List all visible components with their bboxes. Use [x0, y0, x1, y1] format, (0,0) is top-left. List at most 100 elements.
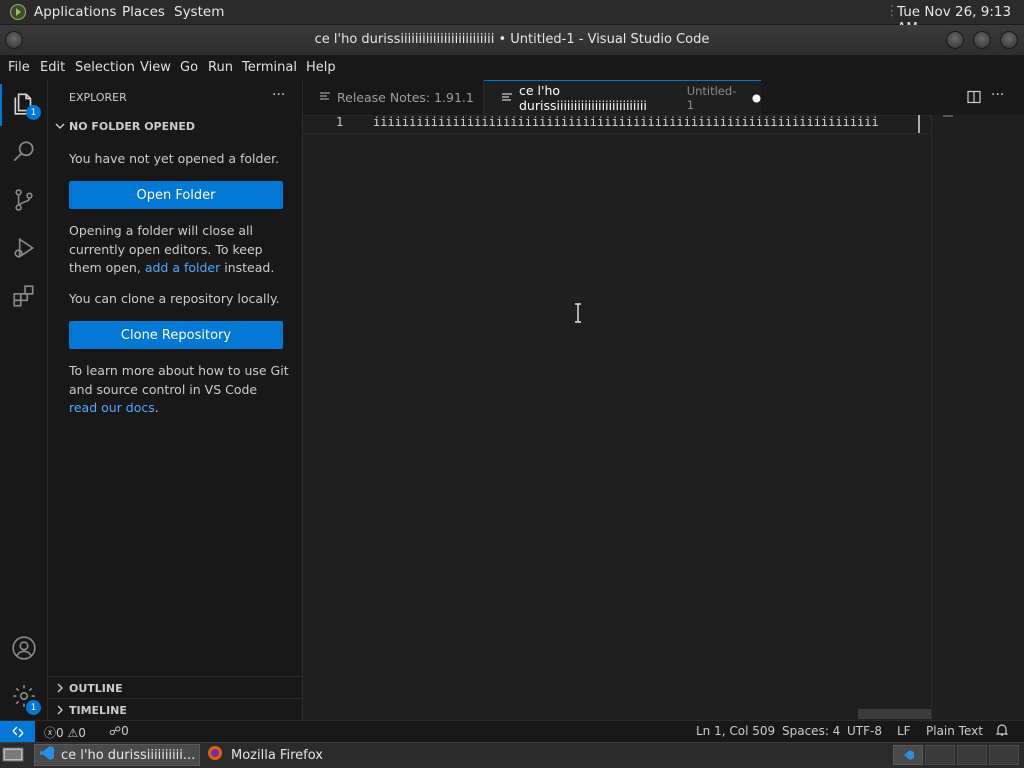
menu-go[interactable]: Go [180, 60, 198, 75]
show-desktop-icon[interactable] [2, 747, 24, 768]
menu-file[interactable]: File [8, 60, 30, 75]
menu-bar: File Edit Selection View Go Run Terminal… [0, 55, 1024, 80]
status-bar: ⓧ0 ⚠0 ☍0 Ln 1, Col 509 Spaces: 4 UTF-8 L… [0, 720, 1024, 742]
outline-section-header[interactable]: OUTLINE [48, 676, 302, 699]
tab-release-notes[interactable]: Release Notes: 1.91.1 [303, 80, 484, 115]
applications-menu[interactable]: Applications [34, 4, 116, 20]
no-folder-section-title: NO FOLDER OPENED [69, 120, 195, 133]
horizontal-scrollbar-thumb[interactable] [858, 709, 931, 719]
language-mode[interactable]: Plain Text [926, 724, 983, 738]
problems-indicator[interactable]: ⓧ0 ⚠0 [44, 724, 86, 741]
indentation[interactable]: Spaces: 4 [782, 724, 840, 738]
taskbar-vscode-window[interactable]: ce l'ho durissiiiiiiiiii... [34, 744, 200, 766]
window-title: ce l'ho durissiiiiiiiiiiiiiiiiiiiiiiiiii… [314, 32, 710, 47]
workspace-4[interactable] [989, 745, 1019, 765]
system-menu[interactable]: System [174, 4, 224, 20]
git-docs-period: . [154, 400, 159, 415]
minimize-button[interactable] [946, 31, 964, 49]
clone-message: You can clone a repository locally. [69, 291, 280, 306]
menu-edit[interactable]: Edit [40, 60, 65, 75]
chevron-right-icon [55, 682, 65, 697]
explorer-badge: 1 [26, 105, 41, 120]
outline-label: OUTLINE [69, 682, 123, 695]
taskbar-firefox-label: Mozilla Firefox [231, 747, 323, 763]
explorer-title: EXPLORER [69, 91, 127, 104]
editor-area[interactable]: 1 iiiiiiiiiiiiiiiiiiiiiiiiiiiiiiiiiiiiii… [303, 115, 1024, 720]
add-folder-link[interactable]: add a folder [145, 260, 220, 275]
tab-label: Release Notes: 1.91.1 [337, 90, 474, 105]
git-docs-message: To learn more about how to use Git and s… [69, 362, 289, 418]
minimap[interactable] [943, 115, 953, 117]
editor-more-actions-icon[interactable]: ··· [991, 87, 1004, 103]
account-icon[interactable] [0, 624, 48, 672]
file-text-icon [501, 91, 513, 106]
menu-help[interactable]: Help [306, 60, 336, 75]
tab-label: ce l'ho durissiiiiiiiiiiiiiiiiiiiiiiiiii [519, 83, 647, 113]
timeline-section-header[interactable]: TIMELINE [48, 698, 302, 721]
settings-badge: 1 [26, 700, 41, 715]
no-folder-section-header[interactable]: NO FOLDER OPENED [54, 120, 294, 134]
error-count: 0 [56, 726, 64, 740]
explorer-more-actions[interactable]: ··· [272, 87, 285, 103]
notifications-bell-icon[interactable] [995, 723, 1009, 740]
workspace-2[interactable] [925, 745, 955, 765]
ports-indicator[interactable]: ☍0 [109, 724, 129, 738]
activity-bar: 1 1 [0, 80, 48, 720]
workspace-switcher[interactable] [893, 745, 923, 765]
vscode-icon [39, 745, 55, 765]
maximize-button[interactable] [973, 31, 991, 49]
taskbar: ce l'ho durissiiiiiiiiii... Mozilla Fire… [0, 742, 1024, 768]
tab-untitled-1[interactable]: ce l'ho durissiiiiiiiiiiiiiiiiiiiiiiiiii… [484, 80, 761, 115]
menu-view[interactable]: View [140, 60, 171, 75]
close-button[interactable] [1000, 31, 1018, 49]
source-control-icon[interactable] [0, 176, 48, 224]
open-folder-button[interactable]: Open Folder [69, 181, 283, 209]
settings-gear-icon[interactable]: 1 [0, 672, 48, 720]
editor-tab-bar: Release Notes: 1.91.1 ce l'ho durissiiii… [303, 80, 1024, 115]
explorer-icon[interactable]: 1 [0, 80, 48, 128]
top-panel: Applications Places System ⋮ Tue Nov 26,… [0, 0, 1024, 36]
taskbar-vscode-label: ce l'ho durissiiiiiiiiii... [61, 747, 196, 763]
tab-description: Untitled-1 [686, 84, 737, 112]
menu-terminal[interactable]: Terminal [242, 60, 297, 75]
error-icon: ⓧ [44, 726, 57, 740]
broadcast-icon: ☍ [109, 724, 122, 738]
clone-repository-button[interactable]: Clone Repository [69, 321, 283, 349]
opening-folder-text-end: instead. [224, 260, 275, 275]
preview-icon [319, 90, 331, 105]
window-titlebar[interactable]: ce l'ho durissiiiiiiiiiiiiiiiiiiiiiiiiii… [0, 25, 1024, 55]
unsaved-dot-icon[interactable] [752, 91, 761, 106]
remote-icon [12, 726, 23, 737]
editor-line-text: iiiiiiiiiiiiiiiiiiiiiiiiiiiiiiiiiiiiiiii… [373, 115, 879, 129]
remote-indicator[interactable] [0, 721, 35, 742]
text-cursor [918, 115, 920, 133]
opening-folder-message: Opening a folder will close all currentl… [69, 222, 289, 278]
end-of-line[interactable]: LF [897, 724, 911, 738]
gnome-logo-icon[interactable] [9, 3, 27, 25]
split-editor-icon[interactable] [967, 90, 981, 107]
warning-icon: ⚠ [67, 726, 79, 740]
read-docs-link[interactable]: read our docs [69, 400, 155, 415]
git-docs-text: To learn more about how to use Git and s… [69, 363, 289, 397]
line-number: 1 [336, 115, 344, 129]
run-debug-icon[interactable] [0, 224, 48, 272]
chevron-down-icon [54, 120, 66, 135]
ports-count: 0 [121, 724, 129, 738]
places-menu[interactable]: Places [122, 4, 165, 20]
menu-run[interactable]: Run [208, 60, 233, 75]
chevron-right-icon [55, 704, 65, 719]
workspace-3[interactable] [957, 745, 987, 765]
no-folder-message: You have not yet opened a folder. [69, 151, 280, 166]
warning-count: 0 [78, 726, 86, 740]
text-cursor-pointer-icon [573, 303, 583, 327]
cursor-position[interactable]: Ln 1, Col 509 [696, 724, 775, 738]
extensions-icon[interactable] [0, 272, 48, 320]
firefox-icon [207, 745, 223, 765]
timeline-label: TIMELINE [69, 704, 127, 717]
explorer-sidebar: EXPLORER ··· NO FOLDER OPENED You have n… [48, 80, 303, 720]
taskbar-firefox-window[interactable]: Mozilla Firefox [203, 744, 368, 766]
menu-selection[interactable]: Selection [75, 60, 135, 75]
encoding[interactable]: UTF-8 [847, 724, 882, 738]
minimap-divider [931, 115, 932, 720]
search-icon[interactable] [0, 128, 48, 176]
